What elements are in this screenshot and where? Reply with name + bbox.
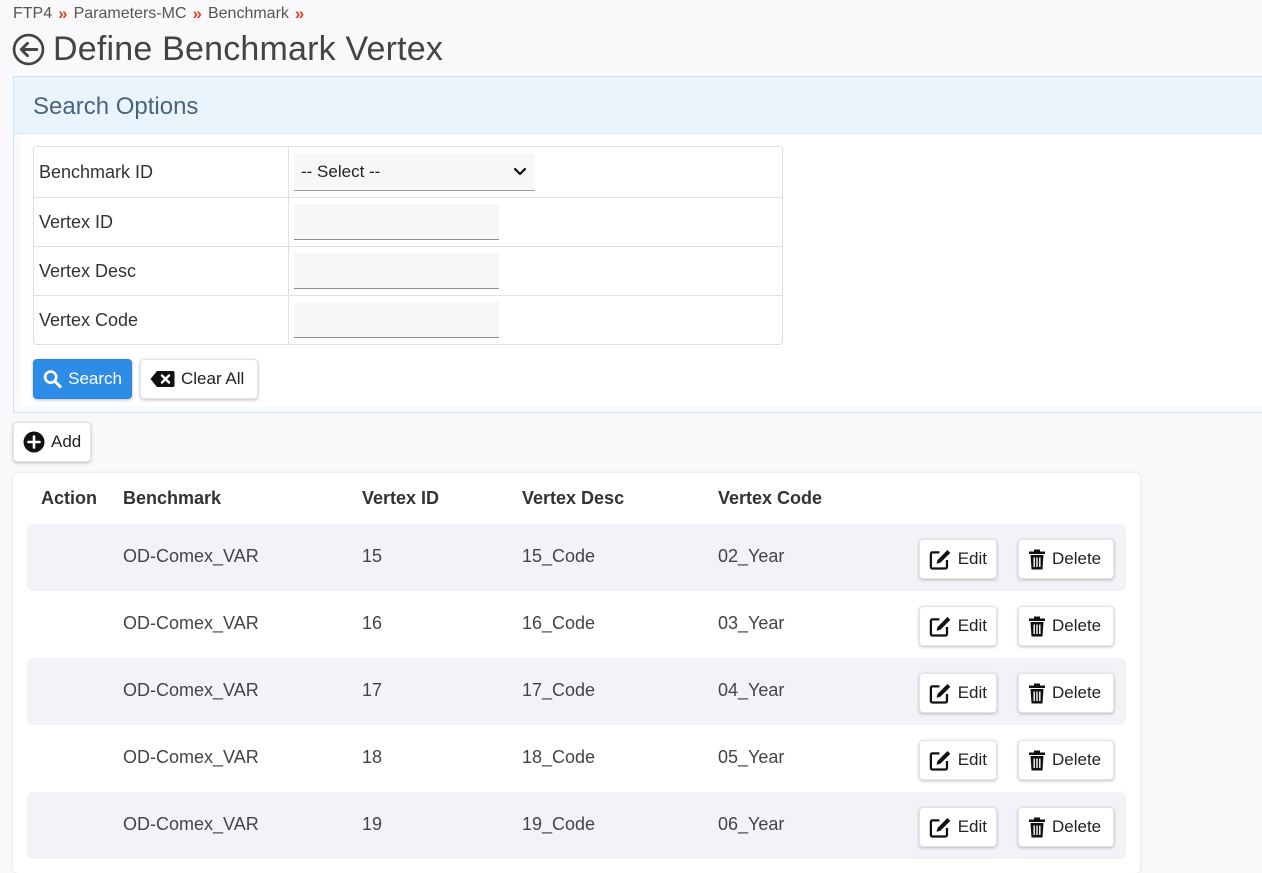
edit-button-label: Edit (957, 817, 987, 836)
benchmark-id-label: Benchmark ID (34, 147, 289, 197)
vertex-code-cell: 03_Year (718, 613, 785, 633)
vertex-id-cell: 19 (362, 814, 383, 834)
vertex-desc-cell: 17_Code (522, 680, 596, 700)
edit-button-label: Edit (957, 549, 987, 568)
edit-button[interactable]: Edit (919, 740, 997, 780)
column-header-action: Action (41, 488, 97, 508)
results-table: Action Benchmark Vertex ID Vertex Desc V… (13, 473, 1140, 873)
criteria-row-vertex-id: Vertex ID (34, 197, 782, 246)
delete-button-label: Delete (1052, 549, 1102, 568)
add-button[interactable]: Add (13, 422, 92, 462)
breadcrumb-separator: » (58, 4, 68, 23)
delete-button-label: Delete (1052, 616, 1102, 635)
clear-all-button-label: Clear All (181, 369, 245, 388)
benchmark-cell: OD-Comex_VAR (123, 747, 259, 767)
search-criteria-table: Benchmark ID -- Select -- Vertex ID Vert… (33, 146, 783, 345)
vertex-desc-label: Vertex Desc (34, 247, 289, 295)
page-header: Define Benchmark Vertex (12, 30, 443, 69)
vertex-desc-cell: 16_Code (522, 613, 596, 633)
table-row: OD-Comex_VAR 17 17_Code 04_Year Edit Del… (27, 658, 1126, 725)
trash-icon (1029, 683, 1045, 703)
delete-button[interactable]: Delete (1018, 673, 1114, 713)
delete-button-label: Delete (1052, 750, 1102, 769)
clear-all-button[interactable]: Clear All (140, 359, 258, 399)
breadcrumb-item-benchmark[interactable]: Benchmark (208, 5, 289, 23)
criteria-row-benchmark-id: Benchmark ID -- Select -- (34, 147, 782, 197)
breadcrumb-separator: » (294, 4, 305, 23)
trash-icon (1029, 549, 1045, 569)
benchmark-cell: OD-Comex_VAR (123, 613, 259, 633)
column-header-vertex-code[interactable]: Vertex Code (718, 488, 822, 509)
vertex-id-cell: 15 (362, 546, 383, 566)
page-title: Define Benchmark Vertex (53, 30, 444, 68)
column-header-benchmark[interactable]: Benchmark (123, 488, 221, 509)
delete-button-label: Delete (1052, 683, 1102, 702)
benchmark-cell: OD-Comex_VAR (123, 814, 259, 834)
table-header: Action Benchmark Vertex ID Vertex Desc V… (13, 488, 1140, 512)
breadcrumb-item-ftp4[interactable]: FTP4 (13, 5, 52, 23)
trash-icon (1029, 616, 1045, 636)
column-header-vertex-id[interactable]: Vertex ID (362, 488, 439, 509)
search-button-label: Search (68, 369, 122, 388)
vertex-id-cell: 18 (362, 747, 383, 767)
delete-button[interactable]: Delete (1018, 807, 1114, 847)
edit-button-label: Edit (957, 616, 987, 635)
breadcrumb-separator: » (192, 4, 202, 23)
search-button[interactable]: Search (33, 359, 132, 399)
vertex-code-cell: 02_Year (718, 546, 785, 566)
table-row: OD-Comex_VAR 16 16_Code 03_Year Edit Del… (27, 591, 1126, 658)
vertex-code-cell: 06_Year (718, 814, 785, 834)
edit-icon (929, 818, 951, 838)
edit-button-label: Edit (957, 750, 987, 769)
vertex-code-cell: 04_Year (718, 680, 785, 700)
edit-button[interactable]: Edit (919, 673, 997, 713)
vertex-id-cell: 17 (362, 680, 383, 700)
delete-button[interactable]: Delete (1018, 539, 1114, 579)
edit-button[interactable]: Edit (919, 539, 997, 579)
table-row: OD-Comex_VAR 15 15_Code 02_Year Edit Del… (27, 524, 1126, 591)
criteria-row-vertex-desc: Vertex Desc (34, 246, 782, 295)
search-options-panel: Search Options Benchmark ID -- Select --… (13, 76, 1262, 413)
benchmark-id-selected-value: -- Select -- (301, 161, 381, 181)
column-header-vertex-desc[interactable]: Vertex Desc (522, 488, 624, 509)
search-icon (43, 370, 62, 389)
trash-icon (1029, 817, 1045, 837)
vertex-desc-input[interactable] (294, 253, 499, 289)
vertex-desc-cell: 18_Code (522, 747, 596, 767)
plus-circle-icon (23, 431, 45, 453)
breadcrumb-item-parameters-mc[interactable]: Parameters-MC (74, 5, 187, 23)
edit-button-label: Edit (957, 683, 987, 702)
vertex-code-cell: 05_Year (718, 747, 785, 767)
breadcrumb: FTP4 » Parameters-MC » Benchmark » (13, 4, 310, 24)
edit-icon (929, 684, 951, 704)
vertex-id-input[interactable] (294, 204, 499, 240)
vertex-code-label: Vertex Code (34, 296, 289, 344)
delete-button[interactable]: Delete (1018, 740, 1114, 780)
search-options-title: Search Options (14, 77, 1262, 134)
delete-button-label: Delete (1052, 817, 1102, 836)
vertex-desc-cell: 15_Code (522, 546, 596, 566)
edit-icon (929, 617, 951, 637)
trash-icon (1029, 750, 1045, 770)
back-arrow-icon[interactable] (12, 33, 45, 66)
vertex-code-input[interactable] (294, 302, 499, 338)
table-row: OD-Comex_VAR 18 18_Code 05_Year Edit Del… (27, 725, 1126, 792)
edit-button[interactable]: Edit (919, 606, 997, 646)
benchmark-id-select[interactable]: -- Select -- (294, 153, 535, 191)
delete-button[interactable]: Delete (1018, 606, 1114, 646)
benchmark-cell: OD-Comex_VAR (123, 546, 259, 566)
chevron-down-icon (513, 167, 527, 175)
vertex-desc-cell: 19_Code (522, 814, 596, 834)
benchmark-cell: OD-Comex_VAR (123, 680, 259, 700)
edit-button[interactable]: Edit (919, 807, 997, 847)
search-options-body: Benchmark ID -- Select -- Vertex ID Vert… (20, 134, 1262, 406)
vertex-id-label: Vertex ID (34, 198, 289, 246)
backspace-icon (150, 371, 175, 387)
edit-icon (929, 550, 951, 570)
vertex-id-cell: 16 (362, 613, 383, 633)
edit-icon (929, 751, 951, 771)
table-row: OD-Comex_VAR 19 19_Code 06_Year Edit Del… (27, 792, 1126, 859)
criteria-row-vertex-code: Vertex Code (34, 295, 782, 344)
add-button-label: Add (51, 432, 82, 451)
